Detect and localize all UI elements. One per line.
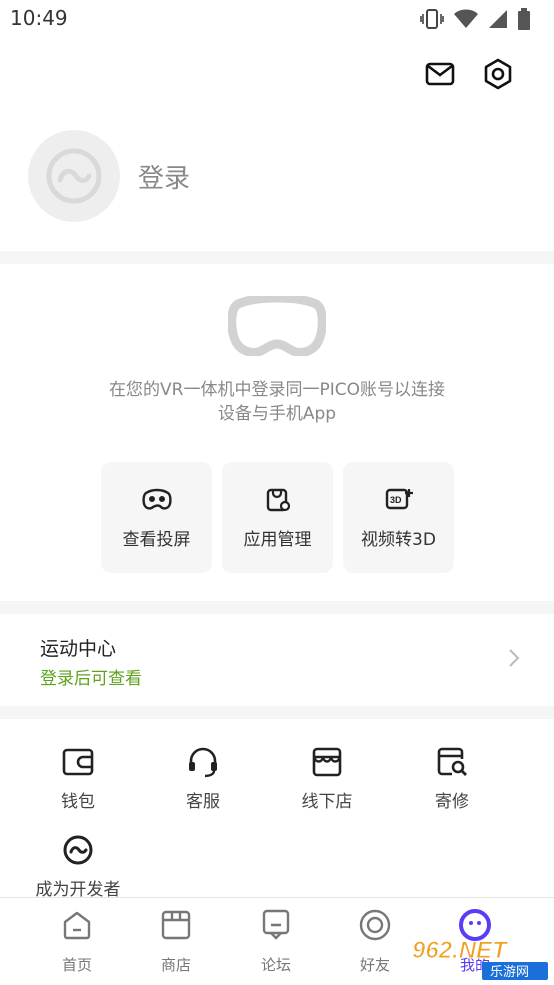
vr-actions: 查看投屏 应用管理 3D 视频转3D: [101, 462, 454, 573]
app-manage-button[interactable]: 应用管理: [222, 462, 333, 573]
repair-icon: [435, 745, 469, 779]
repair-button[interactable]: 寄修: [407, 745, 497, 812]
settings-icon[interactable]: [482, 58, 514, 90]
repair-label: 寄修: [435, 792, 469, 812]
watermark-logo: 962.NET 乐游网: [410, 932, 550, 980]
tab-shop[interactable]: 商店: [141, 908, 211, 975]
chevron-right-icon: [508, 648, 520, 672]
sport-center-row[interactable]: 运动中心 登录后可查看: [0, 614, 554, 706]
wallet-button[interactable]: 钱包: [33, 745, 123, 812]
developer-button[interactable]: 成为开发者: [33, 833, 123, 900]
store-button[interactable]: 线下店: [282, 745, 372, 812]
sport-center-subtitle: 登录后可查看: [40, 669, 142, 689]
customer-service-button[interactable]: 客服: [158, 745, 248, 812]
wifi-icon: [454, 9, 478, 28]
store-icon: [310, 745, 344, 779]
signal-icon: [489, 10, 507, 28]
divider: [0, 706, 554, 719]
tab-home-label: 首页: [61, 956, 92, 974]
headset-service-icon: [186, 745, 220, 779]
vr-description: 在您的VR一体机中登录同一PICO账号以连接 设备与手机App: [0, 378, 554, 426]
screen-cast-label: 查看投屏: [122, 530, 191, 550]
wallet-icon: [61, 745, 95, 779]
status-time: 10:49: [10, 6, 68, 30]
screen-cast-button[interactable]: 查看投屏: [101, 462, 212, 573]
shop-icon: [159, 908, 193, 942]
vr-headset-icon: [227, 293, 327, 360]
avatar[interactable]: [28, 130, 120, 222]
video-3d-icon: 3D: [383, 485, 415, 513]
login-label[interactable]: 登录: [138, 158, 190, 195]
video-3d-button[interactable]: 3D 视频转3D: [343, 462, 454, 573]
status-icons: [420, 8, 530, 30]
developer-icon: [61, 833, 95, 867]
watermark-sub: 乐游网: [490, 965, 529, 980]
customer-service-label: 客服: [186, 792, 220, 812]
svg-text:3D: 3D: [390, 495, 402, 505]
forum-icon: [259, 908, 293, 942]
home-icon: [60, 908, 94, 942]
tab-forum[interactable]: 论坛: [241, 908, 311, 975]
wallet-label: 钱包: [61, 792, 95, 812]
watermark-brand: 962.NET: [412, 937, 509, 964]
app-manage-icon: [262, 485, 294, 513]
tab-friends-label: 好友: [359, 956, 390, 974]
vr-description-line2: 设备与手机App: [217, 404, 337, 424]
tab-friends[interactable]: 好友: [340, 908, 410, 975]
avatar-placeholder-icon: [46, 148, 102, 204]
tab-shop-label: 商店: [160, 956, 191, 974]
screen-cast-icon: [141, 485, 173, 513]
profile-login[interactable]: 登录: [28, 130, 190, 222]
app-manage-label: 应用管理: [243, 530, 312, 550]
sport-center-title: 运动中心: [40, 638, 117, 660]
tab-home[interactable]: 首页: [42, 908, 112, 975]
vr-description-line1: 在您的VR一体机中登录同一PICO账号以连接: [109, 380, 445, 400]
video-3d-label: 视频转3D: [361, 530, 436, 550]
vibrate-icon: [420, 9, 444, 29]
divider: [0, 601, 554, 614]
friends-icon: [358, 908, 392, 942]
battery-icon: [518, 8, 530, 30]
store-label: 线下店: [301, 792, 353, 812]
mail-icon[interactable]: [424, 58, 456, 90]
status-bar: 10:49: [0, 0, 554, 38]
divider: [0, 251, 554, 264]
tab-forum-label: 论坛: [260, 956, 291, 974]
header-actions: [424, 58, 514, 90]
